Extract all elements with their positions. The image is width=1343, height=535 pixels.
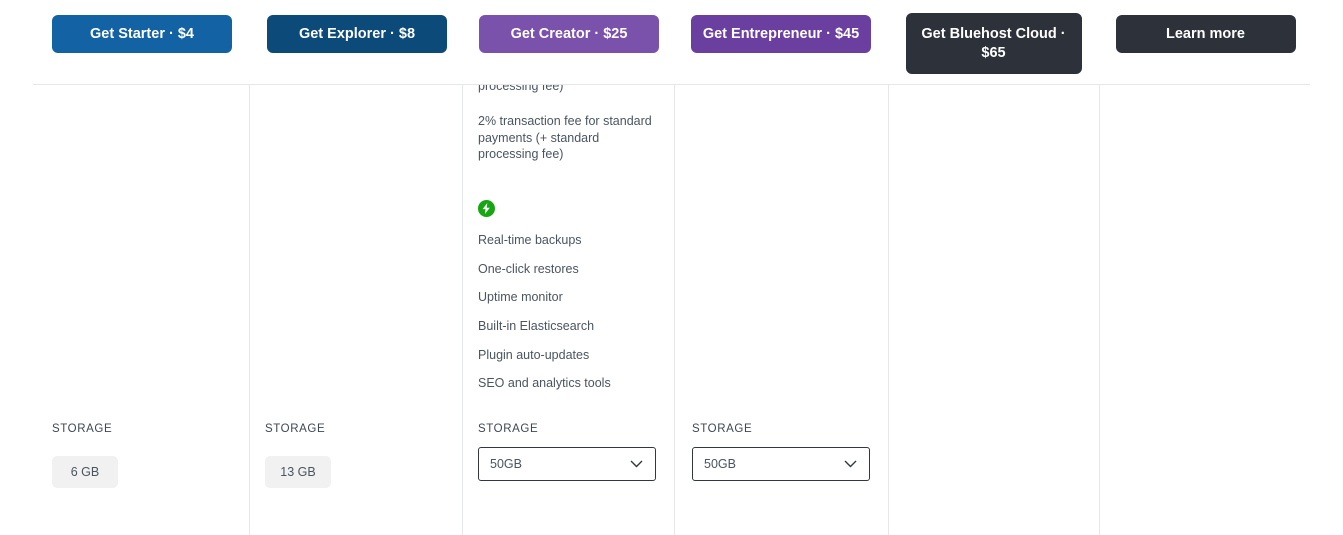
- plan-column-starter: STORAGE 6 GB: [33, 85, 249, 535]
- clipped-fee-text: processing fee): [478, 85, 564, 93]
- feature-plugin-auto-updates: Plugin auto-updates: [478, 348, 590, 362]
- get-entrepreneur-button[interactable]: Get Entrepreneur · $45: [691, 15, 871, 53]
- storage-label-entrepreneur: STORAGE: [692, 423, 753, 435]
- cta-cell-creator: Get Creator · $25: [463, 0, 675, 84]
- feature-uptime-monitor: Uptime monitor: [478, 290, 563, 304]
- storage-badge-starter: 6 GB: [52, 456, 118, 488]
- get-starter-button[interactable]: Get Starter · $4: [52, 15, 232, 53]
- plan-comparison-grid: STORAGE 6 GB STORAGE 13 GB processing fe…: [33, 84, 1310, 535]
- plan-column-bluehost-cloud: [889, 85, 1099, 535]
- plan-column-entrepreneur: STORAGE 50GB: [675, 85, 888, 535]
- learn-more-button[interactable]: Learn more: [1115, 15, 1296, 53]
- plan-column-learn-more: [1100, 85, 1310, 535]
- storage-label-explorer: STORAGE: [265, 423, 326, 435]
- cta-cell-explorer: Get Explorer · $8: [251, 0, 463, 84]
- chevron-down-icon: [630, 460, 655, 468]
- storage-select-creator[interactable]: 50GB: [478, 447, 656, 481]
- feature-real-time-backups: Real-time backups: [478, 233, 582, 247]
- cta-cell-starter: Get Starter · $4: [33, 0, 251, 84]
- storage-label-starter: STORAGE: [52, 423, 113, 435]
- cta-cell-bluehost-cloud: Get Bluehost Cloud · $65: [888, 0, 1099, 84]
- feature-one-click-restores: One-click restores: [478, 262, 579, 276]
- feature-built-in-elasticsearch: Built-in Elasticsearch: [478, 319, 595, 333]
- get-explorer-button[interactable]: Get Explorer · $8: [267, 15, 447, 53]
- storage-select-value-creator: 50GB: [490, 457, 522, 471]
- cta-cell-learn-more: Learn more: [1100, 0, 1311, 84]
- storage-select-value-entrepreneur: 50GB: [704, 457, 736, 471]
- feature-seo-and-analytics-tools: SEO and analytics tools: [478, 376, 611, 390]
- transaction-fee-text: 2% transaction fee for standard payments…: [478, 114, 652, 161]
- cta-cell-entrepreneur: Get Entrepreneur · $45: [675, 0, 887, 84]
- storage-select-entrepreneur[interactable]: 50GB: [692, 447, 870, 481]
- sticky-cta-bar: Get Starter · $4 Get Explorer · $8 Get C…: [0, 0, 1343, 84]
- lightning-bolt-icon: [478, 200, 495, 217]
- get-creator-button[interactable]: Get Creator · $25: [479, 15, 659, 53]
- plan-column-creator: processing fee) 2% transaction fee for s…: [463, 85, 674, 535]
- storage-label-creator: STORAGE: [478, 423, 539, 435]
- plan-column-explorer: STORAGE 13 GB: [250, 85, 462, 535]
- storage-badge-explorer: 13 GB: [265, 456, 331, 488]
- chevron-down-icon: [844, 460, 869, 468]
- get-bluehost-cloud-button[interactable]: Get Bluehost Cloud · $65: [905, 13, 1082, 74]
